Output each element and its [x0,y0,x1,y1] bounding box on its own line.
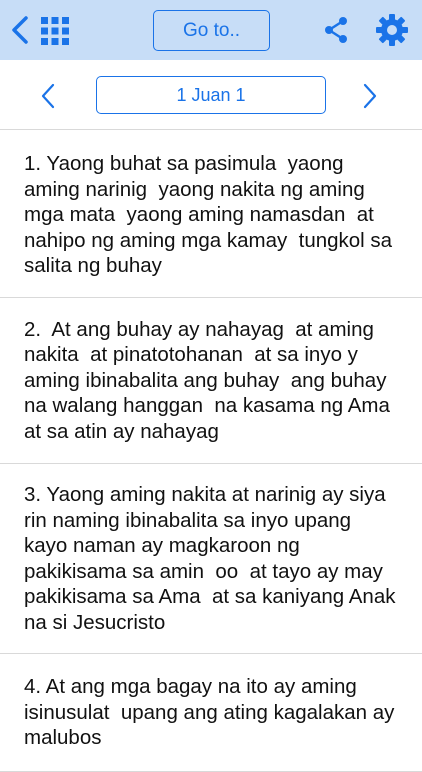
back-button[interactable] [6,14,34,46]
verse-item[interactable]: 1. Yaong buhat sa pasimula yaong aming n… [0,131,422,298]
chevron-right-icon [363,83,377,109]
verse-text: 1. Yaong buhat sa pasimula yaong aming n… [24,152,398,277]
verse-list: 1. Yaong buhat sa pasimula yaong aming n… [0,131,422,772]
goto-button[interactable]: Go to.. [153,10,270,51]
chapter-navigation: 1 Juan 1 [0,60,422,130]
verse-item[interactable]: 3. Yaong aming nakita at narinig ay siya… [0,464,422,654]
chevron-left-icon [12,16,28,44]
verse-item[interactable]: 2. At ang buhay ay nahayag at aming naki… [0,298,422,464]
top-toolbar: Go to.. [0,0,422,60]
book-chapter-selector[interactable]: 1 Juan 1 [96,76,326,114]
settings-button[interactable] [374,12,410,48]
verse-text: 2. At ang buhay ay nahayag at aming naki… [24,317,396,443]
gear-icon [376,14,408,46]
grid-icon [41,17,69,45]
next-chapter-button[interactable] [358,82,382,110]
previous-chapter-button[interactable] [36,82,60,110]
menu-grid-button[interactable] [40,16,70,46]
verse-text: 4. At ang mga bagay na ito ay aming isin… [24,675,401,749]
verse-text: 3. Yaong aming nakita at narinig ay siya… [24,483,402,634]
verse-item[interactable]: 4. At ang mga bagay na ito ay aming isin… [0,654,422,772]
chevron-left-icon [41,83,55,109]
share-button[interactable] [320,14,352,46]
share-icon [325,17,347,43]
